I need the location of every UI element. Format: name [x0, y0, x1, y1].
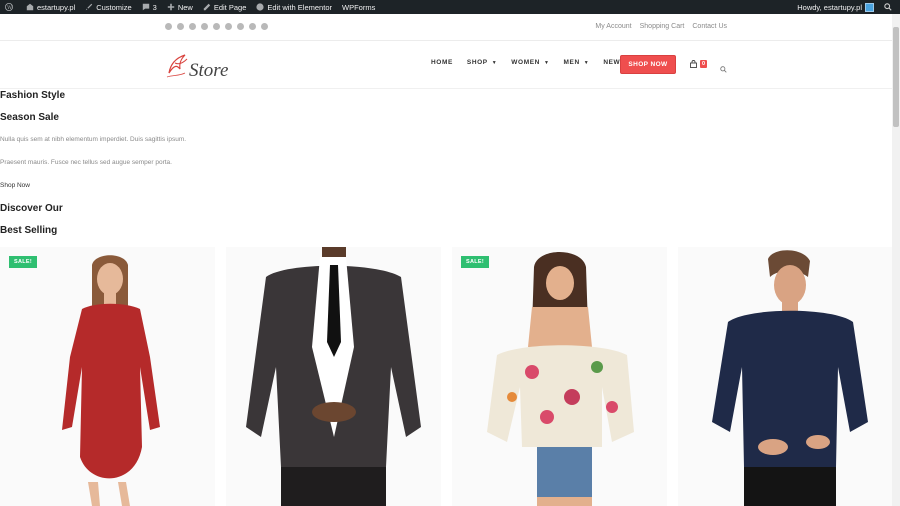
rss-icon[interactable]: [261, 23, 268, 30]
product-card[interactable]: [226, 247, 441, 506]
top-links: My Account Shopping Cart Contact Us: [595, 23, 727, 30]
product-image: [712, 250, 868, 506]
dribbble-icon[interactable]: [213, 23, 220, 30]
heading-season-sale: Season Sale: [0, 112, 59, 123]
twitter-icon[interactable]: [165, 23, 172, 30]
nav-women-label: WOMEN: [511, 59, 540, 66]
chevron-down-icon: ▼: [491, 59, 498, 66]
product-image: [487, 252, 634, 506]
paragraph-2: Praesent mauris. Fusce nec tellus sed au…: [0, 159, 172, 166]
cart-count-badge: 0: [700, 60, 708, 68]
logo-emblem-icon: [166, 54, 188, 78]
sale-badge: SALE!: [461, 256, 489, 268]
heading-fashion-style: Fashion Style: [0, 90, 66, 101]
new-label: New: [177, 2, 193, 12]
new-button[interactable]: New: [162, 0, 198, 14]
youtube-icon[interactable]: [237, 23, 244, 30]
instagram-icon[interactable]: [225, 23, 232, 30]
wordpress-logo-button[interactable]: W: [0, 0, 21, 14]
heading-best-selling: Best Selling: [0, 225, 58, 236]
customize-button[interactable]: Customize: [80, 0, 136, 14]
product-image: [246, 247, 421, 506]
site-name-button[interactable]: estartupy.pl: [21, 0, 80, 14]
edit-page-label: Edit Page: [213, 2, 247, 12]
scrollbar-thumb[interactable]: [893, 27, 899, 127]
product-card[interactable]: [678, 247, 893, 506]
chevron-down-icon: ▼: [583, 59, 590, 66]
admin-search-button[interactable]: [879, 0, 900, 14]
facebook-icon[interactable]: [177, 23, 184, 30]
pinterest-icon[interactable]: [201, 23, 208, 30]
elementor-icon: [256, 3, 264, 11]
header-search-button[interactable]: [720, 60, 727, 78]
wordpress-icon: W: [5, 3, 13, 11]
shopping-cart-link[interactable]: Shopping Cart: [640, 23, 685, 30]
vimeo-icon[interactable]: [249, 23, 256, 30]
nav-shop[interactable]: SHOP ▼: [467, 59, 497, 66]
edit-page-button[interactable]: Edit Page: [198, 0, 252, 14]
nav-home-label: HOME: [431, 59, 453, 66]
product-image: [62, 255, 160, 506]
contact-us-link[interactable]: Contact Us: [692, 23, 727, 30]
brush-icon: [86, 3, 93, 11]
heading-discover-our: Discover Our: [0, 203, 63, 214]
main-nav: HOME SHOP ▼ WOMEN ▼ MEN ▼ NEWS: [431, 59, 639, 66]
nav-men-label: MEN: [563, 59, 580, 66]
wpforms-button[interactable]: WPForms: [337, 0, 380, 14]
product-card[interactable]: SALE!: [0, 247, 215, 506]
search-icon: [720, 66, 727, 73]
admin-bar: W estartupy.pl Customize 3 New Edit Page…: [0, 0, 900, 14]
cart-button[interactable]: 0: [690, 60, 708, 68]
pencil-icon: [203, 3, 211, 11]
comments-count: 3: [152, 2, 157, 12]
nav-home[interactable]: HOME: [431, 59, 453, 66]
site-header: Store HOME SHOP ▼ WOMEN ▼ MEN ▼ NEWS SHOP N…: [0, 41, 892, 89]
account-menu[interactable]: Howdy, estartupy.pl: [792, 0, 879, 14]
avatar: [865, 2, 874, 12]
site-logo[interactable]: Store: [165, 51, 229, 81]
paragraph-1: Nulla quis sem at nibh elementum imperdi…: [0, 136, 187, 143]
page-scrollbar[interactable]: [892, 14, 900, 506]
my-account-link[interactable]: My Account: [595, 23, 631, 30]
product-card[interactable]: SALE!: [452, 247, 667, 506]
wpforms-label: WPForms: [342, 2, 376, 12]
comment-icon: [142, 3, 149, 11]
shop-now-button[interactable]: SHOP NOW: [620, 55, 676, 74]
globe-icon[interactable]: [189, 23, 196, 30]
shop-now-link[interactable]: Shop Now: [0, 182, 30, 189]
search-icon: [884, 3, 892, 11]
customize-label: Customize: [96, 2, 132, 12]
sale-badge: SALE!: [9, 256, 37, 268]
logo-text: Store: [189, 60, 229, 81]
chevron-down-icon: ▼: [543, 59, 550, 66]
nav-men[interactable]: MEN ▼: [564, 59, 590, 66]
edit-elementor-button[interactable]: Edit with Elementor: [251, 0, 337, 14]
plus-icon: [167, 3, 175, 11]
bag-icon: [690, 60, 697, 68]
home-icon: [26, 3, 34, 11]
howdy-label: Howdy, estartupy.pl: [797, 2, 862, 12]
svg-text:W: W: [7, 5, 12, 11]
nav-shop-label: SHOP: [466, 59, 488, 66]
site-name-label: estartupy.pl: [37, 2, 76, 12]
nav-women[interactable]: WOMEN ▼: [511, 59, 549, 66]
comments-button[interactable]: 3: [137, 0, 162, 14]
top-bar: My Account Shopping Cart Contact Us: [0, 14, 892, 41]
edit-elementor-label: Edit with Elementor: [267, 2, 332, 12]
social-icons: [165, 23, 268, 30]
